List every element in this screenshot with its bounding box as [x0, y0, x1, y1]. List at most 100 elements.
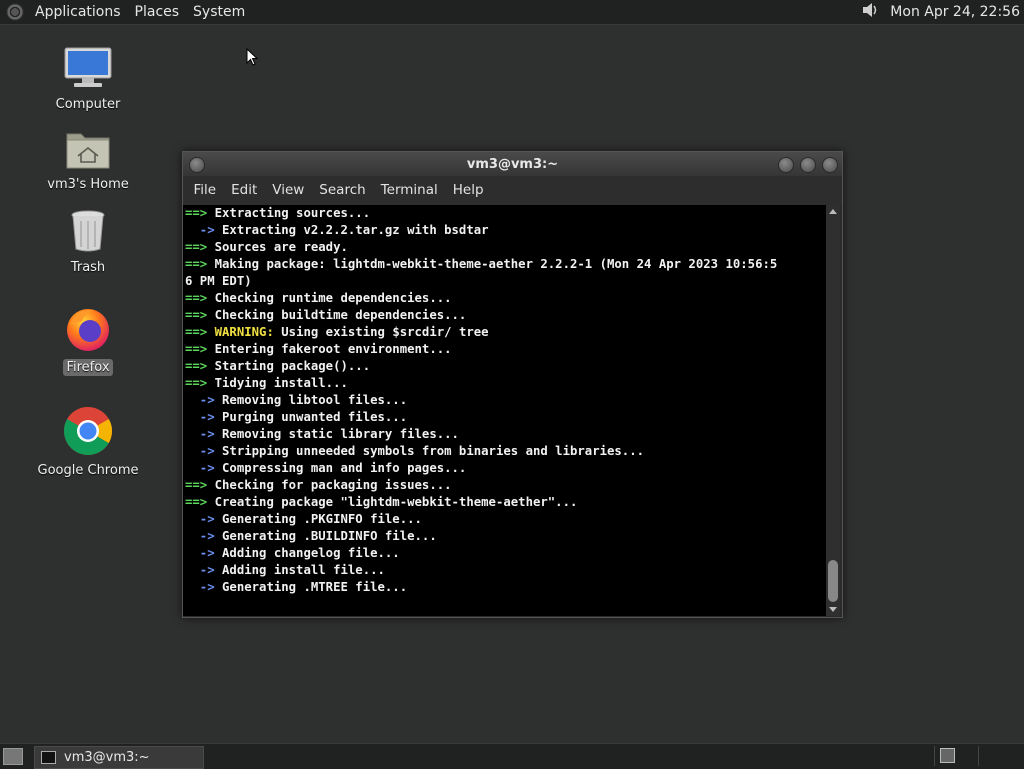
terminal-line-prefix: -> — [185, 223, 215, 237]
workspace-active-indicator — [940, 748, 955, 763]
terminal-line: ==> Creating package "lightdm-webkit-the… — [185, 494, 826, 511]
terminal-line-prefix: -> — [185, 410, 215, 424]
maximize-icon[interactable] — [800, 157, 816, 173]
terminal-line-prefix: -> — [185, 512, 215, 526]
terminal-line: ==> Sources are ready. — [185, 239, 826, 256]
terminal-line: -> Purging unwanted files... — [185, 409, 826, 426]
menu-file[interactable]: File — [186, 176, 224, 205]
scroll-up-icon[interactable] — [829, 209, 837, 214]
workspace-2[interactable] — [978, 746, 1021, 766]
scrollbar-thumb[interactable] — [828, 560, 838, 602]
menu-applications[interactable]: Applications — [28, 0, 128, 24]
menu-system[interactable]: System — [186, 0, 252, 24]
menu-help[interactable]: Help — [445, 176, 491, 205]
scroll-down-icon[interactable] — [829, 607, 837, 612]
terminal-line: ==> Making package: lightdm-webkit-theme… — [185, 256, 826, 273]
terminal-line-text: Generating .MTREE file... — [214, 580, 408, 594]
terminal-line-prefix: -> — [185, 563, 215, 577]
terminal-line: ==> Extracting sources... — [185, 205, 826, 222]
taskbar-window-button[interactable]: vm3@vm3:~ — [34, 746, 204, 769]
terminal-line: ==> Tidying install... — [185, 375, 826, 392]
terminal-icon — [41, 751, 56, 764]
clock[interactable]: Mon Apr 24, 22:56 — [890, 4, 1020, 20]
panel-tray: Mon Apr 24, 22:56 — [860, 0, 1020, 24]
volume-icon[interactable] — [860, 0, 880, 24]
desktop-icon-home[interactable]: vm3's Home — [33, 128, 143, 193]
terminal-line: -> Extracting v2.2.2.tar.gz with bsdtar — [185, 222, 826, 239]
distro-logo-icon[interactable] — [6, 3, 24, 21]
terminal-line-text: Checking for packaging issues... — [207, 478, 452, 492]
terminal-line: 6 PM EDT) — [185, 273, 826, 290]
terminal-line-text: Creating package "lightdm-webkit-theme-a… — [207, 495, 578, 509]
desktop-icon-label: Computer — [55, 97, 121, 112]
window-menu-icon[interactable] — [189, 157, 205, 173]
desktop-icon-label: Trash — [70, 260, 106, 275]
computer-icon — [33, 46, 143, 94]
desktop-icon-chrome[interactable]: Google Chrome — [33, 406, 143, 479]
terminal-warning-label: WARNING: — [207, 325, 274, 339]
terminal-line: -> Generating .PKGINFO file... — [185, 511, 826, 528]
terminal-line-text: Removing static library files... — [214, 427, 459, 441]
terminal-line-prefix: ==> — [185, 206, 208, 220]
terminal-line-prefix: ==> — [185, 257, 208, 271]
desktop-icon-label: vm3's Home — [47, 177, 129, 192]
terminal-line-prefix: -> — [185, 444, 215, 458]
top-panel: Applications Places System Mon Apr 24, 2… — [0, 0, 1024, 25]
terminal-line-text: Checking buildtime dependencies... — [207, 308, 467, 322]
close-icon[interactable] — [822, 157, 838, 173]
menu-edit[interactable]: Edit — [224, 176, 265, 205]
terminal-line-text: Tidying install... — [207, 376, 348, 390]
minimize-icon[interactable] — [778, 157, 794, 173]
menu-view[interactable]: View — [265, 176, 312, 205]
terminal-line-prefix: ==> — [185, 342, 208, 356]
terminal-line-prefix: -> — [185, 427, 215, 441]
terminal-line: ==> Starting package()... — [185, 358, 826, 375]
terminal-line-text: Sources are ready. — [207, 240, 348, 254]
terminal-line: ==> Entering fakeroot environment... — [185, 341, 826, 358]
terminal-line-text: Generating .PKGINFO file... — [214, 512, 422, 526]
terminal-line: -> Adding changelog file... — [185, 545, 826, 562]
terminal-line-text: Adding install file... — [214, 563, 385, 577]
desktop-icon-firefox[interactable]: Firefox — [33, 305, 143, 376]
terminal-line-text: Using existing $srcdir/ tree — [273, 325, 489, 339]
menu-terminal[interactable]: Terminal — [373, 176, 445, 205]
terminal-line-prefix: ==> — [185, 376, 208, 390]
terminal-line-prefix: -> — [185, 546, 215, 560]
menu-places[interactable]: Places — [128, 0, 187, 24]
terminal-line-prefix: ==> — [185, 325, 208, 339]
desktop-icon-label: Firefox — [63, 359, 113, 376]
mouse-cursor-icon — [246, 48, 258, 66]
terminal-line: -> Stripping unneeded symbols from binar… — [185, 443, 826, 460]
terminal-line-text: Compressing man and info pages... — [214, 461, 467, 475]
desktop-icon-computer[interactable]: Computer — [33, 46, 143, 113]
desktop-icon-trash[interactable]: Trash — [33, 209, 143, 276]
terminal-line-prefix: -> — [185, 393, 215, 407]
terminal-line-prefix: -> — [185, 529, 215, 543]
terminal-window[interactable]: vm3@vm3:~ File Edit View Search Terminal… — [182, 151, 843, 618]
terminal-output[interactable]: ==> Extracting sources... -> Extracting … — [183, 205, 826, 616]
terminal-scrollbar[interactable] — [826, 205, 840, 616]
menu-search[interactable]: Search — [312, 176, 373, 205]
terminal-line-text: Removing libtool files... — [214, 393, 408, 407]
terminal-line-prefix: ==> — [185, 308, 208, 322]
taskbar-window-label: vm3@vm3:~ — [64, 750, 150, 765]
terminal-line: ==> Checking for packaging issues... — [185, 477, 826, 494]
home-folder-icon — [33, 128, 143, 174]
show-desktop-icon[interactable] — [3, 748, 23, 765]
terminal-line-text: Adding changelog file... — [214, 546, 400, 560]
terminal-line-text: Starting package()... — [207, 359, 371, 373]
terminal-line-prefix: -> — [185, 461, 215, 475]
firefox-icon — [33, 305, 143, 357]
terminal-text: ==> Extracting sources... -> Extracting … — [183, 205, 826, 596]
window-title: vm3@vm3:~ — [466, 156, 559, 172]
terminal-line: ==> Checking runtime dependencies... — [185, 290, 826, 307]
terminal-line-text: Checking runtime dependencies... — [207, 291, 452, 305]
window-titlebar[interactable]: vm3@vm3:~ — [183, 152, 842, 176]
terminal-line: -> Generating .MTREE file... — [185, 579, 826, 596]
terminal-line-text: Generating .BUILDINFO file... — [214, 529, 437, 543]
terminal-line: -> Compressing man and info pages... — [185, 460, 826, 477]
terminal-line: -> Adding install file... — [185, 562, 826, 579]
terminal-line-text: Stripping unneeded symbols from binaries… — [214, 444, 645, 458]
terminal-line-prefix: -> — [185, 580, 215, 594]
terminal-line-text: 6 PM EDT) — [185, 274, 252, 288]
